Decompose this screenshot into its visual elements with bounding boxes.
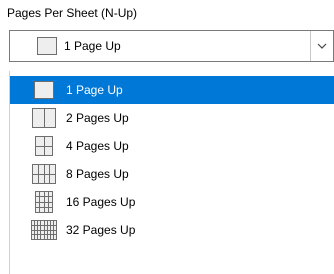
chevron-down-icon xyxy=(317,43,327,49)
option-1-page-up[interactable]: 1 Page Up xyxy=(10,76,334,104)
pages-per-sheet-dropdown-list: 1 Page Up 2 Pages Up 4 Pages Up 8 Pages … xyxy=(9,71,334,274)
option-4-pages-up[interactable]: 4 Pages Up xyxy=(10,132,334,160)
option-label: 32 Pages Up xyxy=(66,223,136,237)
combobox-selected-value[interactable]: 1 Page Up xyxy=(10,31,310,61)
option-label: 8 Pages Up xyxy=(66,167,129,181)
option-label: 2 Pages Up xyxy=(66,111,129,125)
1-up-page-icon xyxy=(22,81,66,99)
32-up-page-icon xyxy=(22,220,66,240)
option-8-pages-up[interactable]: 8 Pages Up xyxy=(10,160,334,188)
option-label: 4 Pages Up xyxy=(66,139,129,153)
option-32-pages-up[interactable]: 32 Pages Up xyxy=(10,216,334,244)
option-label: 16 Pages Up xyxy=(66,195,136,209)
option-label: 1 Page Up xyxy=(66,83,123,97)
pages-per-sheet-label: Pages Per Sheet (N-Up) xyxy=(7,6,138,20)
2-up-page-icon xyxy=(22,108,66,128)
16-up-page-icon xyxy=(22,191,66,213)
4-up-page-icon xyxy=(22,136,66,156)
combobox-value-text: 1 Page Up xyxy=(64,39,121,53)
pages-per-sheet-combobox[interactable]: 1 Page Up xyxy=(9,30,334,62)
dropdown-toggle-button[interactable] xyxy=(310,31,333,61)
8-up-page-icon xyxy=(22,164,66,184)
option-2-pages-up[interactable]: 2 Pages Up xyxy=(10,104,334,132)
option-16-pages-up[interactable]: 16 Pages Up xyxy=(10,188,334,216)
1-up-page-icon xyxy=(37,37,57,55)
